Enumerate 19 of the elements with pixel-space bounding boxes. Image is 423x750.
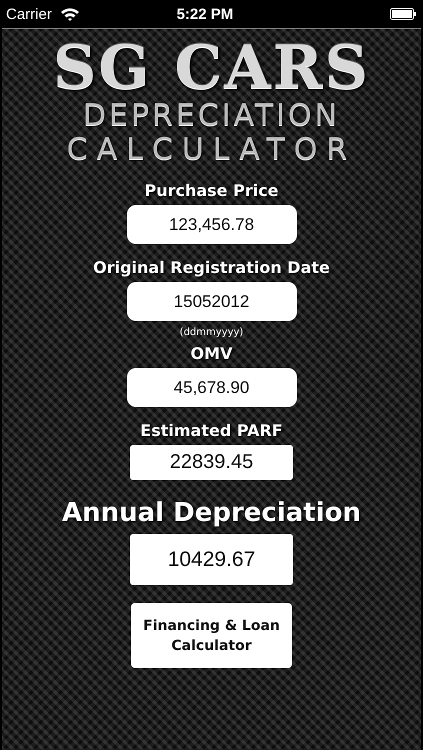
format-hint: (ddmmyyyy) bbox=[180, 327, 244, 338]
status-time: 5:22 PM bbox=[176, 6, 234, 22]
field-label: OMV bbox=[190, 344, 232, 363]
input-field[interactable]: 123,456.78 bbox=[126, 205, 296, 244]
carrier-name: Carrier bbox=[6, 6, 52, 22]
field-label: Estimated PARF bbox=[140, 421, 283, 440]
logo-title: SG CARS bbox=[53, 37, 370, 99]
result-field: 10429.67 bbox=[130, 534, 293, 585]
wifi-icon bbox=[60, 6, 80, 22]
battery-icon bbox=[390, 8, 417, 20]
logo-subtitle: DEPRECIATION bbox=[82, 99, 340, 133]
financing-button[interactable]: Financing & Loan Calculator bbox=[131, 603, 292, 668]
field-label: Purchase Price bbox=[144, 181, 279, 200]
field-label: Original Registration Date bbox=[93, 258, 330, 277]
logo-subtitle: CALCULATOR bbox=[66, 133, 356, 167]
input-field[interactable]: 15052012 bbox=[126, 282, 296, 321]
input-field[interactable]: 45,678.90 bbox=[126, 368, 296, 407]
result-field: 22839.45 bbox=[130, 445, 293, 480]
field-label: Annual Depreciation bbox=[62, 498, 362, 528]
